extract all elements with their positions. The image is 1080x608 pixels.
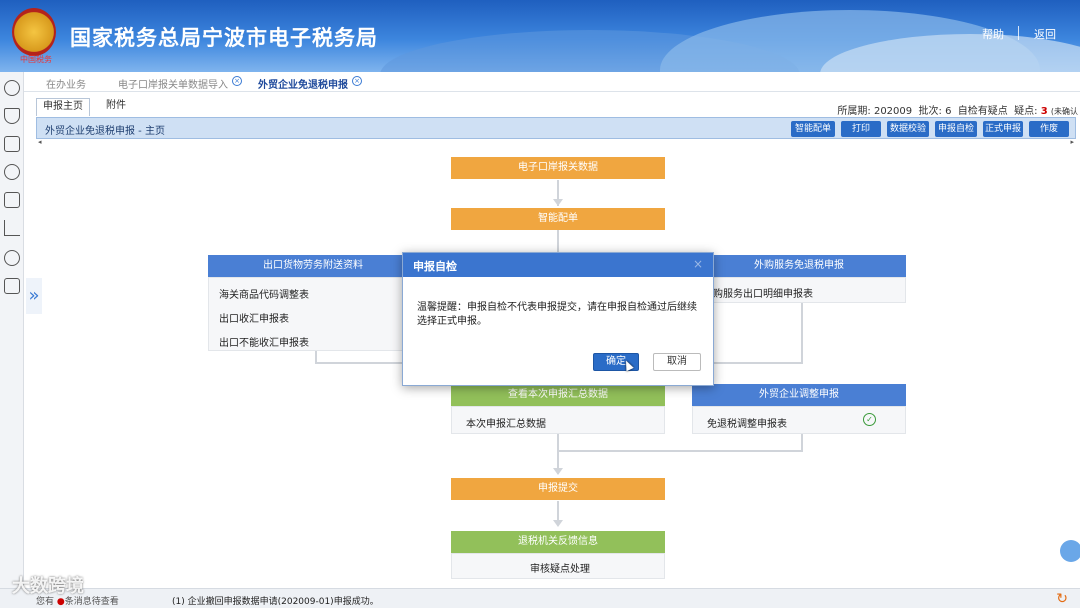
self-check-button[interactable]: 申报自检 <box>935 121 977 137</box>
smart-match-button[interactable]: 智能配单 <box>791 121 835 137</box>
adjust-panel: 免退税调整申报表 ✓ <box>692 406 906 434</box>
chart-icon[interactable] <box>4 220 20 236</box>
list-item[interactable]: 出口不能收汇申报表 <box>219 334 309 349</box>
dialog-title: 申报自检 <box>413 260 457 273</box>
close-tab-icon[interactable]: × <box>352 76 362 86</box>
watermark-text: 大数跨境 <box>12 576 84 597</box>
purchase-service-header: 外购服务免退税申报 <box>692 255 906 277</box>
flow-connector <box>801 434 803 452</box>
dialog-header: 申报自检 × <box>403 253 713 277</box>
emblem-text: 中国税务 <box>20 55 52 64</box>
logout-icon[interactable] <box>4 278 20 294</box>
print-button[interactable]: 打印 <box>841 121 881 137</box>
expand-sidebar-icon[interactable]: » <box>26 278 42 314</box>
settings-icon[interactable] <box>4 80 20 96</box>
feedback-header: 退税机关反馈信息 <box>451 531 665 553</box>
chat-icon[interactable] <box>1060 540 1080 562</box>
app-title: 国家税务总局宁波市电子税务局 <box>70 26 378 50</box>
list-item[interactable]: 审核疑点处理 <box>530 560 590 575</box>
data-validate-button[interactable]: 数据校验 <box>887 121 929 137</box>
clipboard-check-icon[interactable] <box>4 136 20 152</box>
tax-emblem-logo <box>12 8 56 56</box>
main-toolbar: 外贸企业免退税申报 - 主页 智能配单 打印 数据校验 申报自检 正式申报 作废 <box>36 117 1076 139</box>
refresh-search-icon[interactable] <box>4 164 20 180</box>
cancel-button[interactable]: 取消 <box>653 353 701 371</box>
flow-connector <box>557 230 559 252</box>
list-item[interactable]: 出口收汇申报表 <box>219 310 289 325</box>
batch-value: 6 <box>945 106 952 117</box>
app-header: 中国税务 国家税务总局宁波市电子税务局 帮助 返回 <box>0 0 1080 72</box>
search-icon[interactable] <box>4 250 20 266</box>
void-button[interactable]: 作废 <box>1029 121 1069 137</box>
status-bar: 您有 ●条消息待查看 (1) 企业撤回申报数据申请(202009-01)申报成功… <box>0 588 1080 608</box>
flow-connector <box>557 450 803 452</box>
purchase-service-panel: 外购服务出口明细申报表 <box>692 277 906 303</box>
self-check-dialog: 申报自检 × 温馨提醒：申报自检不代表申报提交，请在申报自检通过后继续选择正式申… <box>402 252 714 386</box>
header-divider <box>1018 26 1019 40</box>
list-item[interactable]: 海关商品代码调整表 <box>219 286 309 301</box>
batch-label: 批次: <box>918 106 942 117</box>
scroll-right-icon[interactable]: ▸ <box>1070 138 1074 146</box>
close-tab-icon[interactable]: × <box>232 76 242 86</box>
page-title: 外贸企业免退税申报 - 主页 <box>45 126 165 137</box>
customs-data-step[interactable]: 电子口岸报关数据 <box>451 157 665 179</box>
tab-refund-declaration[interactable]: 外贸企业免退税申报 <box>258 76 348 91</box>
submit-step[interactable]: 申报提交 <box>451 478 665 500</box>
export-docs-panel: 海关商品代码调整表 出口收汇申报表 出口不能收汇申报表 <box>208 277 418 351</box>
formal-declare-button[interactable]: 正式申报 <box>983 121 1023 137</box>
flow-arrow <box>553 520 563 527</box>
calendar-icon[interactable] <box>4 192 20 208</box>
period-value: 202009 <box>873 106 913 117</box>
left-sidebar <box>0 72 24 608</box>
list-item[interactable]: 本次申报汇总数据 <box>466 415 546 430</box>
close-icon[interactable]: × <box>693 257 703 271</box>
flow-arrow <box>553 468 563 475</box>
check-circle-icon: ✓ <box>863 413 876 426</box>
dialog-message: 温馨提醒：申报自检不代表申报提交，请在申报自检通过后继续选择正式申报。 <box>417 302 697 327</box>
doubt-label: 自检有疑点 <box>957 106 1008 117</box>
doubt-count-label: 疑点: <box>1014 106 1038 117</box>
summary-panel: 本次申报汇总数据 <box>451 406 665 434</box>
tab-in-progress[interactable]: 在办业务 <box>46 76 86 91</box>
horizontal-scrollbar[interactable]: ◂ ▸ <box>36 138 1076 148</box>
unconfirmed-label: (未确认 <box>1050 107 1078 116</box>
summary-header: 查看本次申报汇总数据 <box>451 384 665 406</box>
flow-connector <box>315 362 405 364</box>
top-tab-bar: 在办业务 电子口岸报关单数据导入 × 外贸企业免退税申报 × <box>24 72 1080 92</box>
doubt-count: 3 <box>1040 106 1048 117</box>
feedback-panel: 审核疑点处理 <box>451 553 665 579</box>
period-label: 所属期: <box>837 106 871 117</box>
subtab-main[interactable]: 申报主页 <box>36 98 90 116</box>
period-info: 所属期: 202009 批次: 6 自检有疑点 疑点: 3 (未确认 <box>837 102 1078 117</box>
list-item[interactable]: 免退税调整申报表 <box>707 415 787 430</box>
scroll-left-icon[interactable]: ◂ <box>38 138 42 146</box>
smart-match-step[interactable]: 智能配单 <box>451 208 665 230</box>
status-message: (1) 企业撤回申报数据申请(202009-01)申报成功。 <box>172 597 379 607</box>
refresh-icon[interactable]: ↻ <box>1056 591 1068 607</box>
flow-connector <box>801 302 803 364</box>
help-link[interactable]: 帮助 <box>982 26 1004 42</box>
back-link[interactable]: 返回 <box>1034 26 1056 42</box>
flow-connector <box>714 362 803 364</box>
shield-check-icon[interactable] <box>4 108 20 124</box>
tab-customs-import[interactable]: 电子口岸报关单数据导入 <box>118 76 228 91</box>
adjust-header: 外贸企业调整申报 <box>692 384 906 406</box>
subtab-attachment[interactable]: 附件 <box>100 98 132 116</box>
flow-arrow <box>553 199 563 206</box>
export-docs-header: 出口货物劳务附送资料 <box>208 255 418 277</box>
list-item[interactable]: 外购服务出口明细申报表 <box>703 285 813 300</box>
